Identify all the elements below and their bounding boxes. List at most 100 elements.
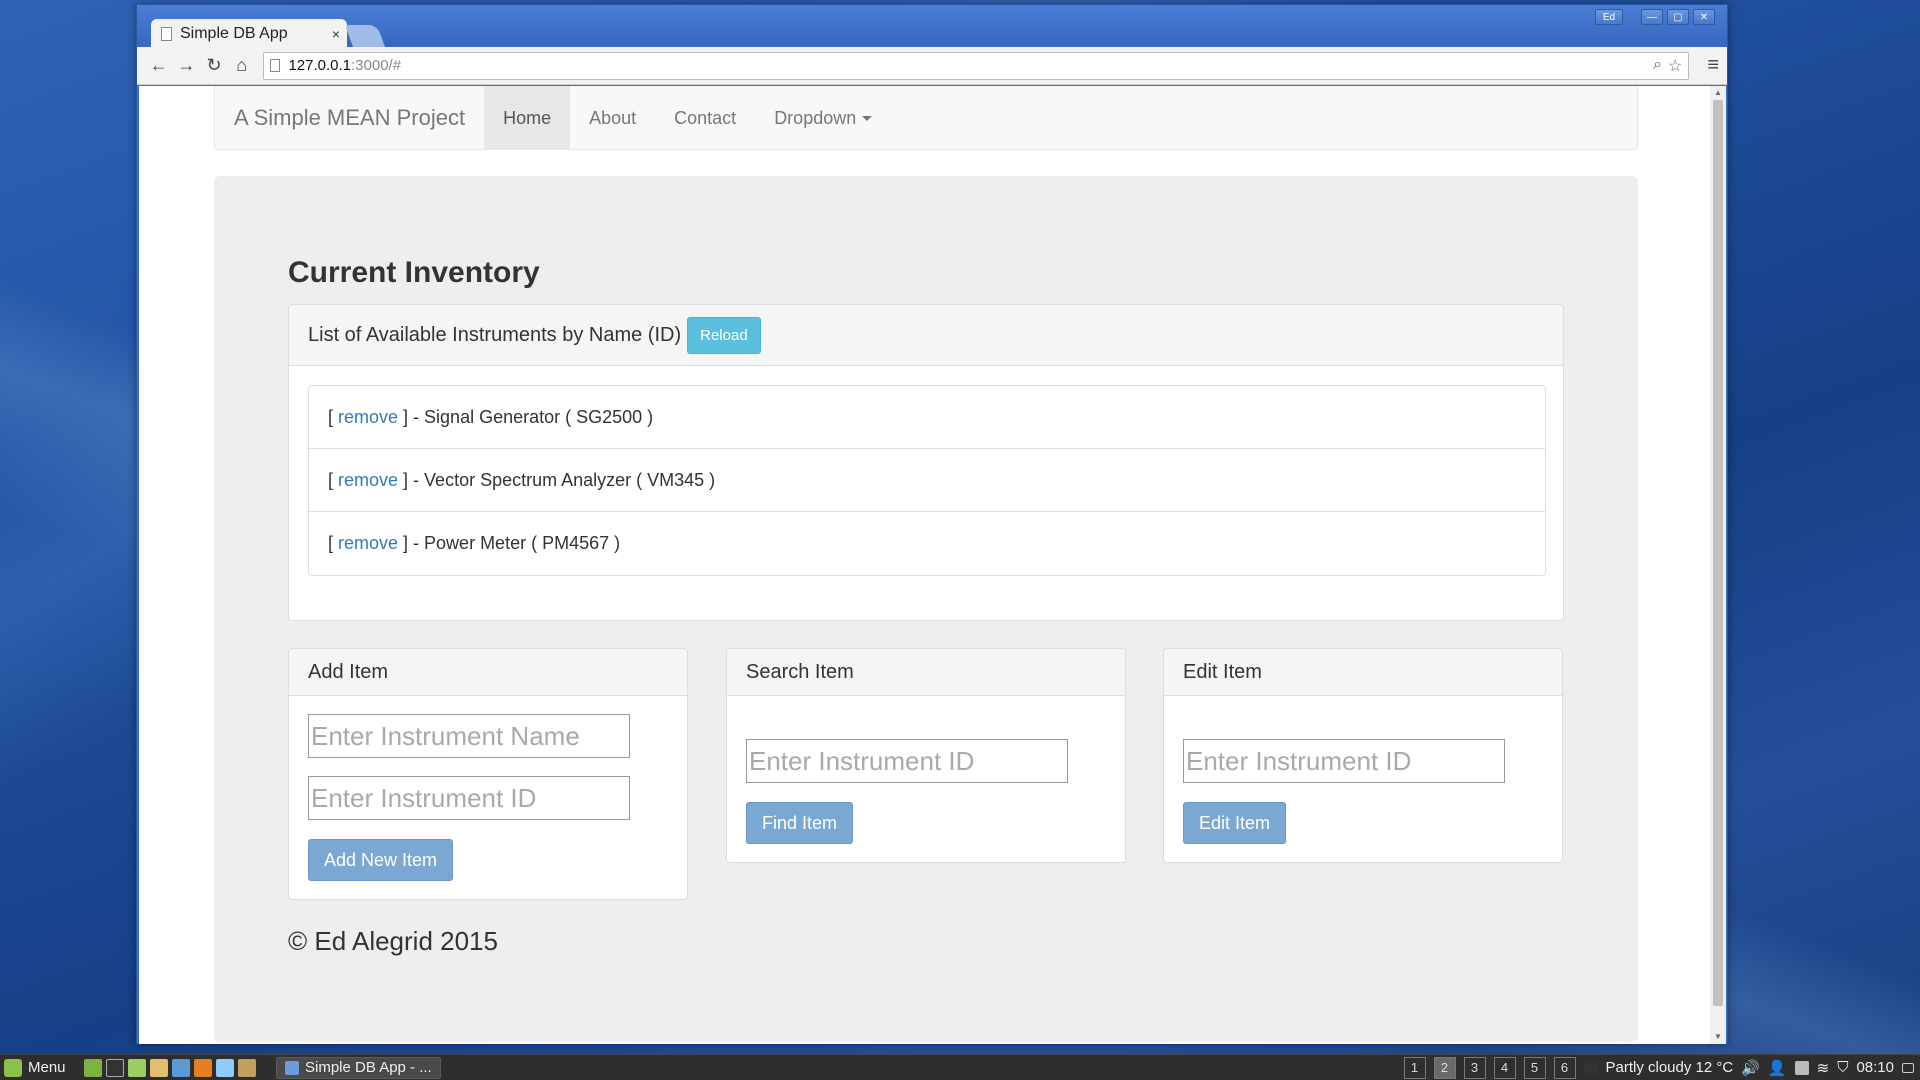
inventory-list: [ remove ] - Signal Generator ( SG2500 )… — [308, 385, 1546, 576]
instrument-id-input[interactable] — [308, 776, 630, 820]
nav-contact[interactable]: Contact — [655, 86, 755, 150]
inventory-heading-text: List of Available Instruments by Name (I… — [308, 323, 682, 346]
taskbar-window-button[interactable]: Simple DB App - ... — [276, 1056, 441, 1079]
inventory-panel-heading: List of Available Instruments by Name (I… — [289, 305, 1563, 366]
edit-item-button[interactable]: Edit Item — [1183, 802, 1287, 844]
mint-logo-icon — [4, 1058, 22, 1077]
start-menu-label: Menu — [28, 1059, 66, 1076]
scroll-up-icon[interactable]: ▲ — [1713, 88, 1723, 98]
text-editor-icon[interactable] — [150, 1058, 168, 1077]
start-menu-button[interactable]: Menu — [0, 1058, 80, 1077]
caret-down-icon — [862, 116, 873, 122]
inventory-panel: List of Available Instruments by Name (I… — [288, 304, 1564, 621]
tab-close-icon[interactable]: × — [325, 26, 347, 42]
page-icon — [161, 27, 172, 41]
remove-link[interactable]: remove — [338, 533, 398, 554]
terminal-icon[interactable] — [106, 1058, 124, 1077]
add-item-heading: Add Item — [289, 649, 687, 696]
list-item: [ remove ] - Signal Generator ( SG2500 ) — [309, 386, 1545, 449]
minimize-icon[interactable]: — — [1641, 9, 1663, 25]
url-path: :3000/# — [351, 57, 402, 74]
update-manager-icon[interactable] — [1794, 1060, 1809, 1075]
user-profile-button[interactable]: Ed — [1595, 9, 1623, 25]
new-tab-button[interactable] — [344, 25, 386, 47]
scroll-down-icon[interactable]: ▼ — [1713, 1032, 1723, 1042]
nav-about[interactable]: About — [570, 86, 655, 150]
clock[interactable]: 08:10 — [1856, 1059, 1894, 1076]
tab-title: Simple DB App — [180, 25, 288, 42]
system-monitor-icon[interactable] — [238, 1058, 256, 1077]
scroll-thumb[interactable] — [1713, 100, 1723, 1006]
navbar-brand[interactable]: A Simple MEAN Project — [215, 86, 484, 150]
item-text: ] - Vector Spectrum Analyzer ( VM345 ) — [403, 469, 716, 490]
back-icon[interactable]: ← — [145, 52, 173, 80]
page-info-icon — [270, 59, 281, 72]
nav-dropdown-label: Dropdown — [774, 107, 857, 128]
remove-link[interactable]: remove — [338, 407, 398, 428]
volume-icon[interactable]: 🔊 — [1741, 1059, 1760, 1077]
workspace-5[interactable]: 5 — [1523, 1056, 1546, 1079]
shield-icon[interactable]: ⛉ — [1837, 1059, 1848, 1076]
taskbar-window-label: Simple DB App - ... — [305, 1059, 432, 1076]
nav-dropdown[interactable]: Dropdown — [755, 86, 891, 150]
maximize-icon[interactable]: ▢ — [1667, 9, 1689, 25]
nav-home[interactable]: Home — [484, 86, 571, 150]
reload-button[interactable]: Reload — [687, 316, 761, 354]
edit-item-heading: Edit Item — [1164, 649, 1562, 696]
main-container: Current Inventory List of Available Inst… — [214, 176, 1638, 1042]
list-item: [ remove ] - Power Meter ( PM4567 ) — [309, 512, 1545, 575]
browser-launcher-icon[interactable] — [172, 1058, 190, 1077]
site-navbar: A Simple MEAN Project Home About Contact… — [214, 86, 1638, 150]
edit-item-panel: Edit Item Edit Item — [1163, 648, 1563, 863]
address-bar[interactable]: 127.0.0.1 :3000/# ⌕ ☆ — [263, 51, 1690, 80]
workspace-6[interactable]: 6 — [1553, 1056, 1576, 1079]
bookmark-star-icon[interactable]: ☆ — [1668, 56, 1682, 76]
weather-icon[interactable] — [1583, 1060, 1598, 1075]
search-id-input[interactable] — [746, 739, 1068, 783]
forward-icon[interactable]: → — [173, 52, 201, 80]
home-icon[interactable]: ⌂ — [228, 52, 256, 80]
bracket-open: [ — [328, 406, 334, 427]
list-item: [ remove ] - Vector Spectrum Analyzer ( … — [309, 449, 1545, 512]
user-icon[interactable]: 👤 — [1768, 1059, 1787, 1077]
workspace-1[interactable]: 1 — [1403, 1056, 1426, 1079]
window-controls: Ed — ▢ ✕ — [1595, 9, 1715, 25]
item-text: ] - Power Meter ( PM4567 ) — [403, 533, 621, 553]
bracket-open: [ — [328, 533, 334, 553]
browser-tab[interactable]: Simple DB App × — [151, 19, 347, 49]
show-desktop-tray-icon[interactable] — [1902, 1062, 1914, 1073]
bracket-open: [ — [328, 469, 334, 490]
network-wifi-icon[interactable]: ≋ — [1817, 1059, 1830, 1077]
add-item-panel: Add Item Add New Item — [288, 648, 688, 900]
url-host: 127.0.0.1 — [288, 57, 351, 74]
page-scrollbar[interactable]: ▲ ▼ — [1710, 86, 1726, 1044]
search-item-panel: Search Item Find Item — [726, 648, 1126, 863]
title-bar: Simple DB App × Ed — ▢ ✕ — [137, 5, 1727, 49]
workspace-3[interactable]: 3 — [1463, 1056, 1486, 1079]
weather-text[interactable]: Partly cloudy 12 °C — [1606, 1059, 1734, 1076]
close-icon[interactable]: ✕ — [1693, 9, 1715, 25]
firefox-icon[interactable] — [194, 1058, 212, 1077]
files-icon[interactable] — [128, 1058, 146, 1077]
page-viewport: A Simple MEAN Project Home About Contact… — [139, 86, 1710, 1044]
browser-menu-icon[interactable]: ≡ — [1699, 54, 1727, 77]
browser-toolbar: ← → ↻ ⌂ 127.0.0.1 :3000/# ⌕ ☆ ≡ — [137, 47, 1727, 85]
show-desktop-icon[interactable] — [84, 1058, 102, 1077]
item-text: ] - Signal Generator ( SG2500 ) — [403, 406, 654, 427]
edit-id-input[interactable] — [1183, 739, 1505, 783]
zoom-icon[interactable]: ⌕ — [1653, 56, 1662, 76]
find-item-button[interactable]: Find Item — [746, 802, 854, 844]
workspace-2[interactable]: 2 — [1433, 1056, 1456, 1079]
instrument-name-input[interactable] — [308, 714, 630, 758]
add-new-item-button[interactable]: Add New Item — [308, 839, 454, 881]
search-item-heading: Search Item — [727, 649, 1125, 696]
footer-copyright: © Ed Alegrid 2015 — [288, 926, 498, 956]
settings-icon[interactable] — [216, 1058, 234, 1077]
system-tray: 1 2 3 4 5 6 Partly cloudy 12 °C 🔊 👤 ≋ ⛉ … — [1403, 1056, 1920, 1079]
remove-link[interactable]: remove — [338, 470, 398, 491]
browser-window-icon — [285, 1060, 299, 1075]
reload-icon[interactable]: ↻ — [200, 52, 228, 80]
address-bar-actions: ⌕ ☆ — [1653, 56, 1688, 76]
browser-window: Simple DB App × Ed — ▢ ✕ ← → ↻ ⌂ 127.0.0… — [136, 4, 1728, 1044]
workspace-4[interactable]: 4 — [1493, 1056, 1516, 1079]
